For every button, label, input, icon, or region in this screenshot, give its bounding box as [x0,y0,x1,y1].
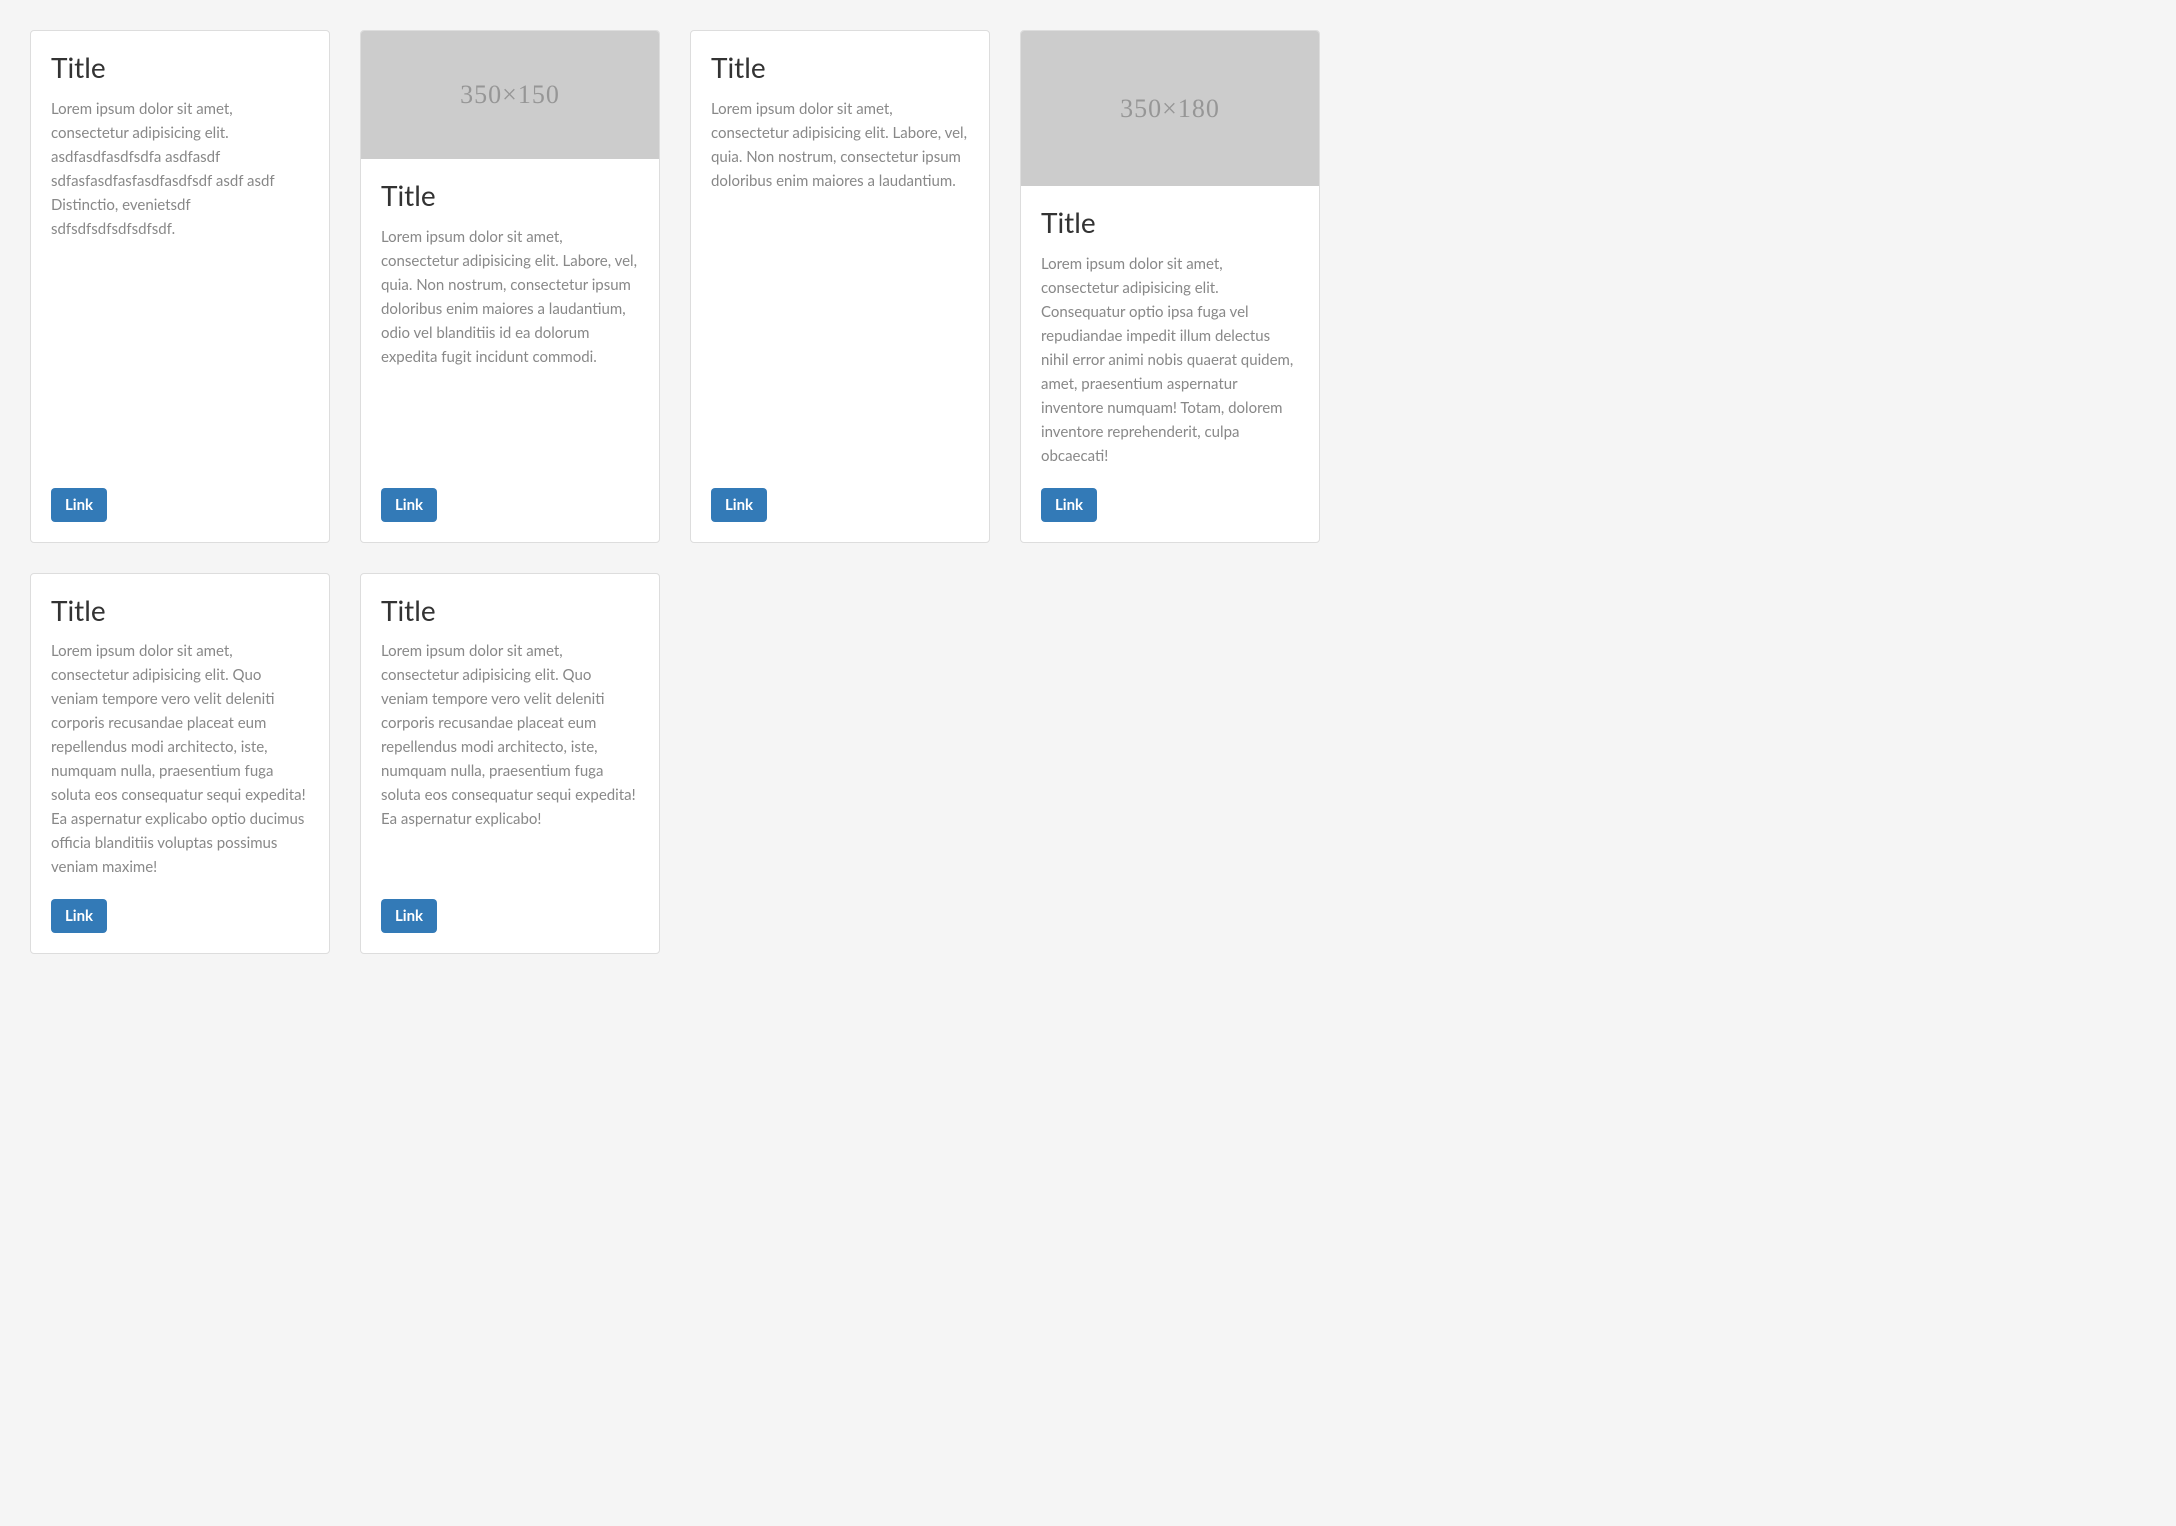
link-button[interactable]: Link [381,488,437,522]
placeholder-image: 350×180 [1021,31,1319,186]
card-footer: Link [31,488,329,542]
card-row-2: Title Lorem ipsum dolor sit amet, consec… [30,573,2146,955]
link-button[interactable]: Link [381,899,437,933]
card-footer: Link [361,899,659,953]
card-footer: Link [1021,488,1319,542]
card: Title Lorem ipsum dolor sit amet, consec… [30,573,330,955]
card-title: Title [381,179,639,213]
card-text: Lorem ipsum dolor sit amet, consectetur … [51,97,309,468]
card-body: Title Lorem ipsum dolor sit amet, consec… [31,574,329,900]
card-body: Title Lorem ipsum dolor sit amet, consec… [361,574,659,900]
card-footer: Link [361,488,659,542]
card-text: Lorem ipsum dolor sit amet, consectetur … [381,639,639,879]
card: 350×150 Title Lorem ipsum dolor sit amet… [360,30,660,543]
card-title: Title [51,594,309,628]
card-text: Lorem ipsum dolor sit amet, consectetur … [711,97,969,468]
card-title: Title [1041,206,1299,240]
card: Title Lorem ipsum dolor sit amet, consec… [360,573,660,955]
link-button[interactable]: Link [1041,488,1097,522]
card-footer: Link [691,488,989,542]
card-body: Title Lorem ipsum dolor sit amet, consec… [1021,186,1319,488]
card-body: Title Lorem ipsum dolor sit amet, consec… [31,31,329,488]
card-body: Title Lorem ipsum dolor sit amet, consec… [361,159,659,488]
card-title: Title [381,594,639,628]
link-button[interactable]: Link [51,488,107,522]
link-button[interactable]: Link [711,488,767,522]
card-text: Lorem ipsum dolor sit amet, consectetur … [381,225,639,468]
card-row-1: Title Lorem ipsum dolor sit amet, consec… [30,30,2146,543]
card-title: Title [711,51,969,85]
card-text: Lorem ipsum dolor sit amet, consectetur … [51,639,309,879]
card-footer: Link [31,899,329,953]
card: Title Lorem ipsum dolor sit amet, consec… [30,30,330,543]
card-title: Title [51,51,309,85]
placeholder-image: 350×150 [361,31,659,159]
card: 350×180 Title Lorem ipsum dolor sit amet… [1020,30,1320,543]
link-button[interactable]: Link [51,899,107,933]
card: Title Lorem ipsum dolor sit amet, consec… [690,30,990,543]
card-text: Lorem ipsum dolor sit amet, consectetur … [1041,252,1299,468]
card-body: Title Lorem ipsum dolor sit amet, consec… [691,31,989,488]
